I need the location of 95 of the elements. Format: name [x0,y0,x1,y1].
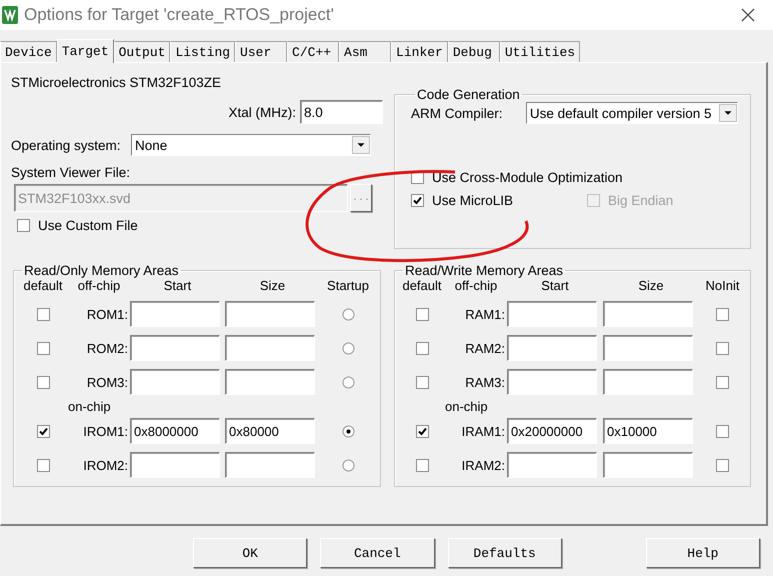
checkbox[interactable] [716,376,729,388]
size-field[interactable] [603,452,693,478]
dialog-button[interactable]: Defaults [448,538,562,568]
checkbox[interactable] [716,308,729,320]
checkbox[interactable] [716,424,729,438]
checkbox-label: Big Endian [608,193,674,208]
field-label: Xtal (MHz): [228,104,296,120]
column-header: Size [258,278,286,293]
field-label: System Viewer File: [11,165,132,180]
column-header: Start [162,278,192,293]
size-field[interactable] [225,335,315,361]
dialog-button[interactable]: Cancel [320,538,434,568]
section-label: on-chip [445,399,489,414]
start-field[interactable]: 0x20000000 [507,418,597,444]
checkbox[interactable] [416,424,428,438]
checkbox[interactable] [36,342,50,354]
tab[interactable]: Device [0,41,57,62]
section-label: on-chip [68,399,112,414]
area-label: RAM1: [464,306,506,322]
size-field[interactable] [225,301,315,327]
area-label: RAM3: [464,374,506,390]
size-field[interactable]: 0x10000 [603,418,693,444]
size-field[interactable] [603,369,693,395]
column-header: Startup [326,278,370,293]
checkbox[interactable] [411,194,424,207]
checkbox-label: Use Cross-Module Optimization [432,170,623,185]
area-label: ROM3: [86,374,129,390]
area-label: ROM1: [86,306,129,322]
dialog-button[interactable]: Help [646,538,760,568]
radio-button[interactable] [342,458,354,472]
checkbox[interactable] [416,376,428,388]
area-label: IROM2: [82,458,129,472]
column-header: Size [637,278,665,293]
radio-button[interactable] [342,424,354,438]
column-header: default [401,278,443,293]
close-icon[interactable] [741,8,755,22]
column-header: NoInit [704,278,740,293]
start-field[interactable] [507,301,597,327]
group-title: Read/Write Memory Areas [404,263,564,278]
start-field[interactable] [507,335,597,361]
start-field[interactable] [130,369,220,395]
window-title: Options for Target 'create_RTOS_project' [24,5,334,25]
size-field[interactable] [225,452,315,478]
tab[interactable]: Utilities [500,41,580,62]
start-field[interactable]: 0x8000000 [130,418,220,444]
size-field[interactable] [225,369,315,395]
group-title: Code Generation [416,87,521,102]
radio-button[interactable] [342,342,354,354]
start-field[interactable] [507,369,597,395]
checkbox[interactable] [17,219,30,232]
size-field[interactable] [603,335,693,361]
field-label: Operating system: [11,138,122,152]
group-title: Read/Only Memory Areas [23,263,180,278]
checkbox[interactable] [416,458,428,472]
checkbox[interactable] [416,342,428,354]
checkbox-label: Use Custom File [38,218,138,233]
tab[interactable]: Output [114,41,170,62]
radio-button[interactable] [342,376,354,388]
column-header: default [22,278,64,293]
area-label: ROM2: [86,340,129,356]
column-header: off-chip [454,278,498,293]
checkbox[interactable] [36,308,50,320]
checkbox[interactable] [716,458,729,472]
start-field[interactable] [507,452,597,478]
checkbox-label: Use MicroLIB [432,193,514,208]
start-field[interactable] [130,452,220,478]
radio-button[interactable] [342,308,354,320]
start-field[interactable] [130,301,220,327]
checkbox[interactable] [36,424,50,438]
device-name: STMicroelectronics STM32F103ZE [11,75,222,90]
compiler-dropdown[interactable]: Use default compiler version 5 [526,102,738,124]
tab[interactable]: Linker [391,41,448,62]
tab[interactable]: Listing [170,41,236,62]
column-header: off-chip [76,278,122,293]
size-field[interactable]: 0x80000 [225,418,315,444]
tab[interactable]: Asm [339,41,392,62]
tab[interactable]: Target [56,39,114,63]
dialog-button[interactable]: OK [193,538,308,568]
xtal-field[interactable]: 8.0 [300,100,383,124]
area-label: RAM2: [464,340,506,356]
area-label: IRAM2: [460,458,506,472]
start-field[interactable] [130,335,220,361]
checkbox[interactable] [416,308,428,320]
field-label: ARM Compiler: [411,106,504,120]
area-label: IROM1: [82,424,129,438]
area-label: IRAM1: [460,424,506,438]
checkbox[interactable] [716,342,729,354]
tab[interactable]: C/C++ [287,41,340,62]
size-field[interactable] [603,301,693,327]
os-dropdown[interactable]: None [131,134,371,156]
tab[interactable]: User [235,41,288,62]
checkbox[interactable] [36,458,50,472]
column-header: Start [540,278,570,293]
tab[interactable]: Debug [448,41,500,62]
checkbox[interactable] [36,376,50,388]
